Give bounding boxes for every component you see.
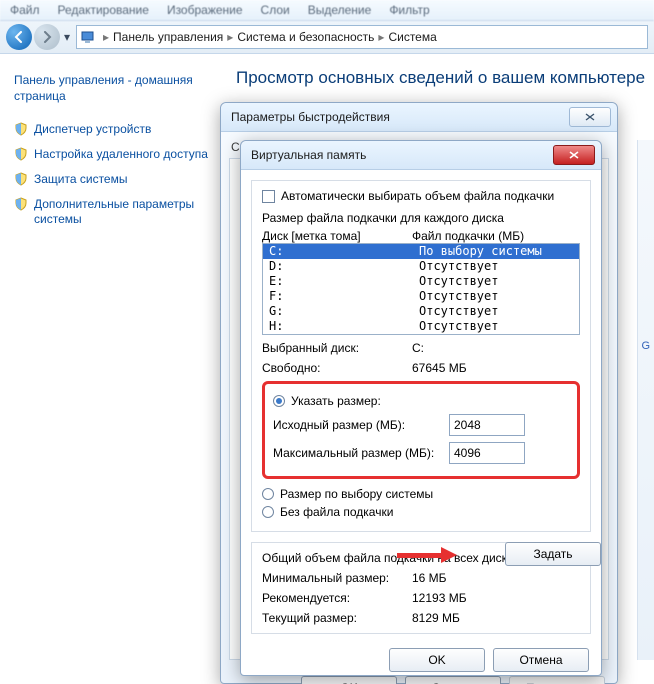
radio-no-paging[interactable]	[262, 506, 274, 518]
auto-manage-label: Автоматически выбирать объем файла подка…	[281, 189, 554, 203]
drive-list-row[interactable]: C:По выбору системы	[263, 244, 579, 259]
nav-back-button[interactable]	[6, 24, 32, 50]
close-button[interactable]	[569, 107, 611, 127]
maximum-size-input[interactable]	[449, 442, 525, 464]
nav-forward-button[interactable]	[34, 24, 60, 50]
radio-no-paging-label: Без файла подкачки	[280, 505, 393, 519]
drive-list-row[interactable]: G:Отсутствует	[263, 304, 579, 319]
page-title: Просмотр основных сведений о вашем компь…	[236, 68, 646, 88]
radio-custom-size-label: Указать размер:	[291, 394, 381, 408]
radio-system-size[interactable]	[262, 488, 274, 500]
nav-bar: ▾ ▸ Панель управления ▸ Система и безопа…	[0, 21, 654, 54]
dialog-title: Виртуальная память	[251, 148, 366, 162]
selected-drive-label: Выбранный диск:	[262, 341, 412, 355]
sidebar-link-label: Настройка удаленного доступа	[34, 147, 208, 162]
computer-icon	[81, 29, 97, 45]
shield-icon	[14, 147, 28, 161]
background-panel-edge: G	[637, 140, 654, 660]
shield-icon	[14, 122, 28, 136]
sidebar-link-remote[interactable]: Настройка удаленного доступа	[14, 147, 210, 162]
drive-list-row[interactable]: F:Отсутствует	[263, 289, 579, 304]
highlight-box: Указать размер: Исходный размер (МБ): Ма…	[262, 381, 580, 479]
breadcrumb-item[interactable]: Панель управления	[113, 30, 223, 44]
nav-history-dropdown[interactable]: ▾	[62, 24, 72, 50]
auto-manage-checkbox[interactable]	[262, 190, 275, 203]
initial-size-input[interactable]	[449, 414, 525, 436]
recommended-label: Рекомендуется:	[262, 591, 412, 605]
drive-list-row[interactable]: E:Отсутствует	[263, 274, 579, 289]
breadcrumb-chevron-icon: ▸	[103, 30, 109, 44]
shield-icon	[14, 197, 28, 211]
free-space-label: Свободно:	[262, 361, 412, 375]
current-size-value: 8129 МБ	[412, 611, 460, 625]
radio-custom-size[interactable]	[273, 395, 285, 407]
breadcrumb-chevron-icon: ▸	[227, 30, 233, 44]
drive-list-header: Диск [метка тома] Файл подкачки (МБ)	[262, 229, 580, 243]
sidebar-link-label: Защита системы	[34, 172, 127, 187]
min-size-value: 16 МБ	[412, 571, 447, 585]
current-size-label: Текущий размер:	[262, 611, 412, 625]
breadcrumb-chevron-icon: ▸	[378, 30, 384, 44]
radio-system-size-label: Размер по выбору системы	[280, 487, 433, 501]
recommended-value: 12193 МБ	[412, 591, 467, 605]
sidebar-link-protection[interactable]: Защита системы	[14, 172, 210, 187]
sidebar: Панель управления - домашняя страница Ди…	[0, 54, 220, 684]
menu-bar: ФайлРедактированиеИзображениеСлоиВыделен…	[0, 0, 654, 21]
address-bar[interactable]: ▸ Панель управления ▸ Система и безопасн…	[76, 25, 648, 49]
drive-list-row[interactable]: H:Отсутствует	[263, 319, 579, 334]
dialog-virtual-memory: Виртуальная память Автоматически выбират…	[240, 140, 602, 676]
sidebar-link-label: Диспетчер устройств	[34, 122, 151, 137]
ok-button[interactable]: OK	[389, 648, 485, 672]
maximum-size-label: Максимальный размер (МБ):	[273, 446, 449, 460]
drive-size-subhead: Размер файла подкачки для каждого диска	[262, 211, 580, 225]
sidebar-home-link[interactable]: Панель управления - домашняя страница	[14, 72, 210, 104]
min-size-label: Минимальный размер:	[262, 571, 412, 585]
dialog-title: Параметры быстродействия	[231, 110, 390, 124]
free-space-value: 67645 МБ	[412, 361, 467, 375]
shield-icon	[14, 172, 28, 186]
sidebar-link-label: Дополнительные параметры системы	[34, 197, 210, 227]
drive-list-row[interactable]: D:Отсутствует	[263, 259, 579, 274]
initial-size-label: Исходный размер (МБ):	[273, 418, 449, 432]
sidebar-link-device-manager[interactable]: Диспетчер устройств	[14, 122, 210, 137]
background-letter: G	[641, 340, 650, 352]
close-button[interactable]	[553, 145, 595, 165]
drive-list[interactable]: C:По выбору системыD:ОтсутствуетE:Отсутс…	[262, 243, 580, 335]
cancel-button[interactable]: Отмена	[493, 648, 589, 672]
breadcrumb-item[interactable]: Система	[388, 30, 436, 44]
set-button[interactable]: Задать	[505, 542, 601, 566]
selected-drive-value: C:	[412, 341, 424, 355]
sidebar-link-advanced[interactable]: Дополнительные параметры системы	[14, 197, 210, 227]
breadcrumb-item[interactable]: Система и безопасность	[237, 30, 374, 44]
